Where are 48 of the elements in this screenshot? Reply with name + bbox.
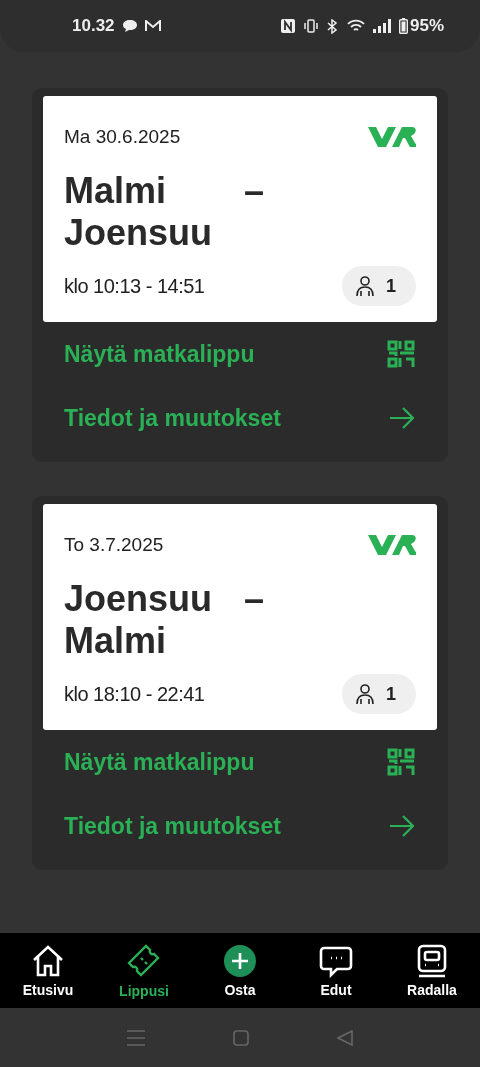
ticket-icon: [126, 942, 162, 979]
mail-icon: [144, 20, 161, 32]
route-dash: –: [244, 170, 265, 212]
train-icon: [416, 943, 448, 978]
route-dash: –: [244, 578, 265, 620]
show-ticket-link[interactable]: Näytä matkalippu: [43, 322, 437, 386]
vibrate-icon: [302, 19, 319, 33]
nav-tab[interactable]: Etusivu: [0, 933, 96, 1008]
nav-tab[interactable]: Osta: [192, 933, 288, 1008]
passenger-number: 1: [386, 683, 396, 705]
show-ticket-link[interactable]: Näytä matkalippu: [43, 730, 437, 794]
battery-icon: [398, 18, 408, 34]
status-time: 10.32: [72, 16, 115, 36]
bluetooth-icon: [326, 18, 339, 34]
logo-icon: [368, 534, 416, 556]
logo-icon: [368, 126, 416, 148]
ticket-summary[interactable]: To 3.7.2025 Joensuu – Malmi klo 18:10 - 22:41 1: [43, 504, 437, 730]
origin-station: Joensuu: [64, 578, 213, 620]
details-link[interactable]: Tiedot ja muutokset: [43, 794, 437, 858]
travel-time: klo 10:13 - 14:51: [64, 274, 205, 298]
destination-station: Malmi: [64, 620, 168, 662]
destination-station: Joensuu: [64, 212, 213, 254]
signal-icon: [372, 19, 391, 33]
nav-tab[interactable]: Radalla: [384, 933, 480, 1008]
qr-code-icon: [387, 340, 415, 368]
wifi-icon: [346, 19, 365, 33]
plus-icon: [223, 943, 257, 978]
travel-date: Ma 30.6.2025: [64, 126, 181, 148]
qr-code-icon: [387, 748, 415, 776]
details-link[interactable]: Tiedot ja muutokset: [43, 386, 437, 450]
person-icon: [354, 683, 376, 705]
message-icon: [122, 20, 137, 32]
back-icon[interactable]: [337, 1029, 353, 1046]
travel-time: klo 18:10 - 22:41: [64, 682, 205, 706]
passenger-number: 1: [386, 275, 396, 297]
ticket-summary[interactable]: Ma 30.6.2025 Malmi – Joensuu klo 10:13 - 14:51 1: [43, 96, 437, 322]
arrow-right-icon: [389, 407, 415, 429]
nav-tab[interactable]: Lippusi: [96, 933, 192, 1008]
nav-tab[interactable]: Edut: [288, 933, 384, 1008]
travel-date: To 3.7.2025: [64, 534, 164, 556]
nfc-icon: [280, 19, 295, 33]
arrow-right-icon: [389, 815, 415, 837]
home-button-icon[interactable]: [233, 1029, 249, 1046]
battery-percent: 95%: [409, 16, 444, 36]
home-icon: [31, 943, 65, 978]
origin-station: Malmi: [64, 170, 168, 212]
person-icon: [354, 275, 376, 297]
menu-icon[interactable]: [127, 1029, 145, 1046]
